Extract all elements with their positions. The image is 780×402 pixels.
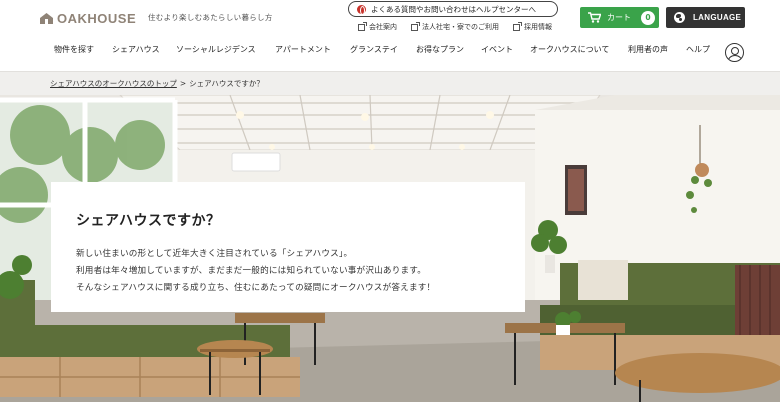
nav-events[interactable]: イベント (481, 44, 513, 55)
nav-about[interactable]: オークハウスについて (530, 44, 609, 55)
external-link-icon (358, 21, 367, 31)
help-center-label: よくある質問やお問い合わせはヘルプセンターへ (371, 4, 536, 14)
help-center-link[interactable]: よくある質問やお問い合わせはヘルプセンターへ (348, 1, 558, 17)
company-info-link[interactable]: 会社案内 (358, 21, 397, 32)
nav-deals[interactable]: お得なプラン (416, 44, 464, 55)
breadcrumb: シェアハウスのオークハウスのトップ > シェアハウスですか？ (50, 78, 264, 89)
logo-text: OAKHOUSE (57, 10, 137, 26)
nav-social-residence[interactable]: ソーシャルレジデンス (176, 44, 256, 55)
tagline: 住むより楽しむあたらしい暮らし方 (148, 13, 273, 22)
corporate-housing-label: 法人社宅・寮でのご利用 (422, 23, 499, 31)
nav-share-house[interactable]: シェアハウス (112, 44, 160, 55)
recruit-label: 採用情報 (524, 23, 552, 31)
intro-line: そんなシェアハウスに関する成り立ち、住むにあたっての疑問にオークハウスが答えます… (76, 283, 436, 293)
language-button[interactable]: LANGUAGE (666, 7, 745, 28)
house-logo-icon (40, 12, 53, 24)
intro-line: 利用者は年々増加していますが、まだまだ一般的には知られていない事が沢山あります。 (76, 266, 427, 276)
globe-icon (674, 12, 685, 23)
cart-icon (588, 12, 601, 23)
nav-reviews[interactable]: 利用者の声 (628, 44, 668, 55)
intro-title: シェアハウスですか？ (76, 213, 221, 229)
language-label: LANGUAGE (693, 13, 742, 22)
intro-card: シェアハウスですか？ 新しい住まいの形として近年大きく注目されている「シェアハウ… (51, 182, 525, 312)
breadcrumb-home-link[interactable]: シェアハウスのオークハウスのトップ (50, 79, 177, 88)
breadcrumb-current: シェアハウスですか？ (189, 79, 264, 88)
cart-button[interactable]: カート 0 (580, 7, 659, 28)
corporate-housing-link[interactable]: 法人社宅・寮でのご利用 (411, 21, 499, 32)
external-link-icon (513, 21, 522, 31)
cart-count-badge: 0 (641, 10, 655, 25)
nav-apartment[interactable]: アパートメント (275, 44, 331, 55)
breadcrumb-bar: シェアハウスのオークハウスのトップ > シェアハウスですか？ (0, 71, 780, 95)
nav-help[interactable]: ヘルプ (686, 44, 710, 55)
company-info-label: 会社案内 (369, 23, 397, 31)
header-sublinks: 会社案内 法人社宅・寮でのご利用 採用情報 (358, 21, 566, 32)
cart-label: カート (607, 13, 631, 22)
intro-line: 新しい住まいの形として近年大きく注目されている「シェアハウス」。 (76, 249, 353, 259)
breadcrumb-separator: > (179, 79, 187, 88)
recruit-link[interactable]: 採用情報 (513, 21, 552, 32)
external-link-icon (411, 21, 420, 31)
main-nav: 物件を探す シェアハウス ソーシャルレジデンス アパートメント グランステイ お… (0, 44, 780, 62)
nav-grand-stay[interactable]: グランステイ (350, 44, 398, 55)
help-globe-icon (357, 4, 366, 15)
oakhouse-logo[interactable]: OAKHOUSE (40, 10, 136, 26)
user-account-icon[interactable] (725, 43, 744, 62)
nav-search-properties[interactable]: 物件を探す (54, 44, 94, 55)
